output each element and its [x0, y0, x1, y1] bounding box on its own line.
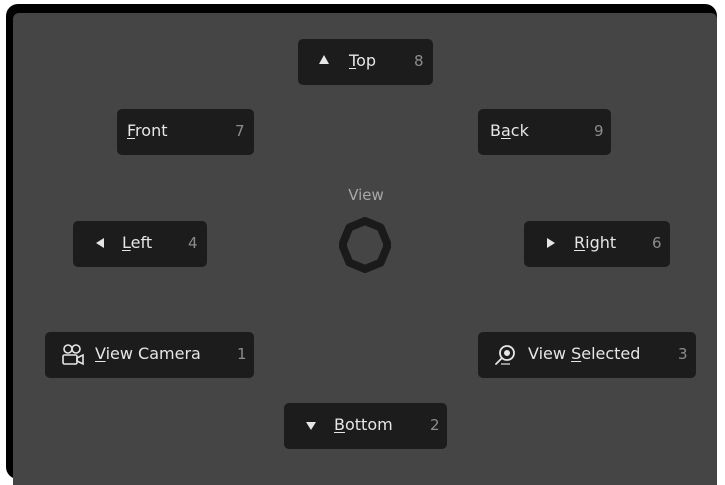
- view-left-shortcut: 4: [188, 234, 198, 252]
- view-left-button[interactable]: Left 4: [73, 221, 207, 267]
- view-top-label: Top: [349, 51, 377, 70]
- view-camera-shortcut: 1: [237, 345, 247, 363]
- view-back-button[interactable]: Back 9: [478, 109, 611, 155]
- view-right-shortcut: 6: [652, 234, 662, 252]
- triangle-right-icon: [545, 237, 557, 249]
- camera-icon: [59, 343, 85, 367]
- view-selected-shortcut: 3: [678, 345, 688, 363]
- view-front-label: Front: [127, 121, 168, 140]
- view-front-button[interactable]: Front 7: [117, 109, 254, 155]
- view-bottom-shortcut: 2: [430, 416, 440, 434]
- view-selected-label: View Selected: [528, 344, 641, 363]
- view-back-label: Back: [490, 121, 529, 140]
- view-left-label: Left: [122, 233, 153, 252]
- view-top-shortcut: 8: [414, 52, 424, 70]
- triangle-down-icon: [305, 420, 317, 432]
- view-right-label: Right: [574, 233, 617, 252]
- view-camera-label: View Camera: [95, 344, 201, 363]
- triangle-left-icon: [94, 237, 106, 249]
- view-right-button[interactable]: Right 6: [524, 221, 670, 267]
- triangle-up-icon: [318, 54, 330, 66]
- view-top-button[interactable]: Top 8: [298, 39, 433, 85]
- view-selected-button[interactable]: View Selected 3: [478, 332, 696, 378]
- view-front-shortcut: 7: [235, 122, 245, 140]
- pie-center-ring: [339, 217, 391, 273]
- view-back-shortcut: 9: [594, 122, 604, 140]
- view-bottom-label: Bottom: [334, 415, 393, 434]
- pie-menu-title: View: [348, 186, 384, 204]
- zoom-selected-icon: [494, 343, 518, 367]
- view-camera-button[interactable]: View Camera 1: [45, 332, 254, 378]
- pie-menu: Top 8 Front 7 Back 9 View Left 4 Right 6: [13, 13, 717, 485]
- view-bottom-button[interactable]: Bottom 2: [284, 403, 447, 449]
